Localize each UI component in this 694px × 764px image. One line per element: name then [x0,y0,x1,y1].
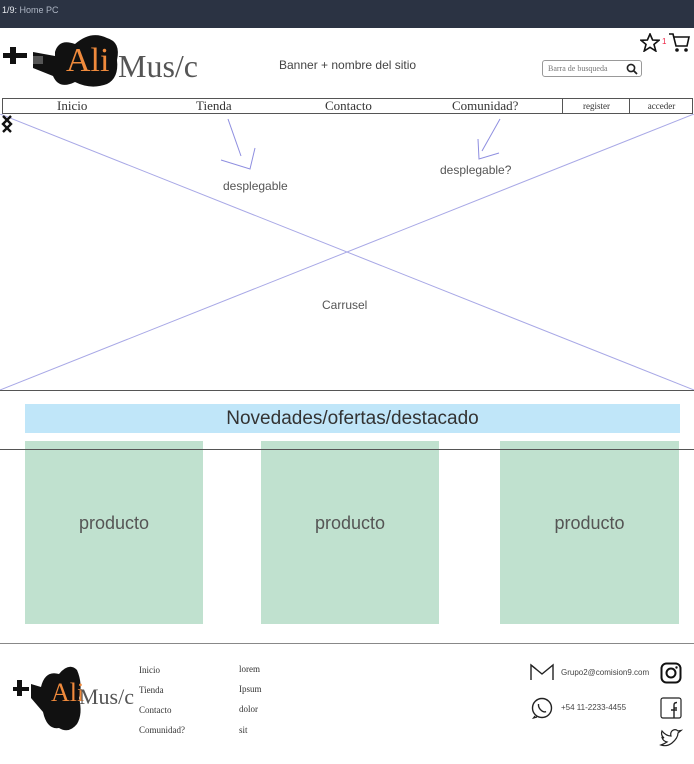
site-logo[interactable]: Ali Mus/c [3,30,199,96]
footer-placeholder-text: dolor [239,704,258,714]
cart-count-badge: 1 [662,37,667,46]
footer-placeholder-text: Ipsum [239,684,262,694]
footer-email[interactable]: Grupo2@comision9.com [561,668,649,677]
dropdown-note-comunidad: desplegable? [440,163,512,177]
footer-link-tienda[interactable]: Tienda [139,685,164,695]
carousel-label: Carrusel [322,298,368,312]
instagram-icon[interactable] [660,662,682,684]
footer-link-contacto[interactable]: Contacto [139,705,172,715]
dropdown-note-tienda: desplegable [223,179,288,193]
product-card[interactable]: producto [500,441,679,624]
page-frame: Ali Mus/c Banner + nombre del sitio Barr… [0,28,694,764]
logo-ali-text: Ali [66,42,110,79]
carousel-next-icon[interactable] [0,114,14,134]
carousel-placeholder-cross [0,114,694,390]
twitter-icon[interactable] [659,728,683,749]
facebook-icon[interactable] [660,697,682,719]
nav-item-tienda[interactable]: Tienda [196,99,232,113]
footer-placeholder-text: lorem [239,664,260,674]
search-placeholder: Barra de busqueda [548,64,608,73]
cart-icon[interactable] [668,32,690,53]
product-card[interactable]: producto [261,441,439,624]
nav-item-contacto[interactable]: Contacto [325,99,372,113]
gmail-icon[interactable] [529,662,555,682]
nav-item-comunidad[interactable]: Comunidad? [452,99,518,113]
product-card[interactable]: producto [25,441,203,624]
frame-title: Home PC [19,5,59,15]
featured-title: Novedades/ofertas/destacado [25,404,680,433]
footer-divider [0,643,694,644]
footer-link-inicio[interactable]: Inicio [139,665,160,675]
search-input[interactable]: Barra de busqueda [542,60,642,77]
favorites-star-icon[interactable] [640,33,660,52]
section-divider [0,449,694,450]
main-nav: Inicio Tienda Contacto Comunidad? regist… [2,98,693,114]
footer-logo[interactable]: Ali Mus/c [13,660,134,736]
register-button[interactable]: register [562,99,630,113]
footer-phone[interactable]: +54 11-2233-4455 [561,703,626,712]
logo-music-text: Mus/c [118,48,198,84]
site-banner: Banner + nombre del sitio [279,58,417,72]
footer-placeholder-text: sit [239,725,248,735]
login-button[interactable]: acceder [629,99,693,113]
footer-link-comunidad[interactable]: Comunidad? [139,725,185,735]
logo-music-text: Mus/c [79,684,134,709]
carousel: desplegable desplegable? Carrusel [0,114,694,391]
window-titlebar: 1/9: Home PC [0,0,694,28]
search-icon[interactable] [626,63,638,75]
frame-number: 1/9: [2,5,18,15]
whatsapp-icon[interactable] [530,697,554,719]
nav-item-inicio[interactable]: Inicio [57,99,87,113]
